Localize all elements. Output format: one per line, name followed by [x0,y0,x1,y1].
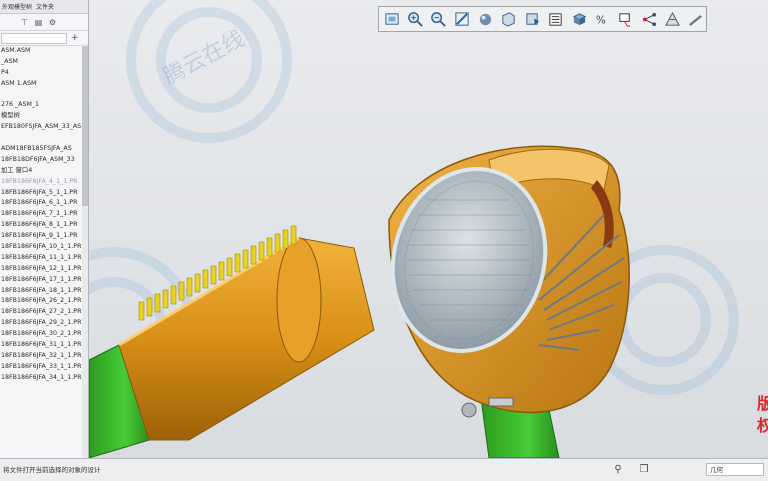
tree-item[interactable]: 18FB186F6JFA_26_2_1.PR [0,296,88,307]
display-style-icon[interactable] [569,9,589,30]
tree-item[interactable]: 18FB186F6JFA_4_1_1.PR [0,177,88,188]
shading-icon[interactable] [475,9,495,30]
tree-item[interactable]: _ASM [0,57,88,68]
tree-item[interactable]: 18FB186F6JFA_30_2_1.PR [0,329,88,340]
more-icon[interactable] [686,9,706,30]
tree-item[interactable]: 加工 窗口4 [0,166,88,177]
tree-item[interactable]: 18FB186F6JFA_11_1_1.PR [0,253,88,264]
refit-icon[interactable] [382,9,402,30]
zoom-in-icon[interactable] [405,9,425,30]
spin-center-icon[interactable] [639,9,659,30]
cube-icon[interactable]: ❒ [637,463,651,476]
tree-item[interactable] [0,133,88,144]
tree-search-row: + [0,31,88,46]
tree-filter-icon[interactable]: ⊤ [20,18,29,27]
tab-folder[interactable]: 文件夹 [36,2,54,11]
tree-item[interactable]: 18FB186F6JFA_18_1_1.PR [0,286,88,297]
layers-icon[interactable] [546,9,566,30]
perspective-icon[interactable] [499,9,519,30]
status-bar: 将文件打开当前选择的对象的设计 ⚲ ❒ 几何 [0,458,768,481]
tree-item[interactable]: 18FB186F6JFA_29_2_1.PR [0,318,88,329]
find-icon[interactable]: ⚲ [611,463,625,476]
section-icon[interactable] [662,9,682,30]
tree-item[interactable]: 18FB18DF6JFA_ASM_33 [0,155,88,166]
tree-item[interactable]: 276 _ASM_1 [0,100,88,111]
datum-display-icon[interactable]: % [592,9,612,30]
tree-item[interactable]: ASM.ASM [0,46,88,57]
tree-toolbar: ⊤ ▤ ⚙ [0,14,88,31]
saved-views-icon[interactable] [522,9,542,30]
hair-dryer-model[interactable] [89,0,768,458]
tree-item[interactable]: 18FB186F6JFA_8_1_1.PR [0,220,88,231]
watermark-char-1: 版 [757,394,768,413]
tree-columns-icon[interactable]: ▤ [34,18,43,27]
tree-search-input[interactable] [1,32,67,44]
model-tree: ASM.ASM _ASM P4 ASM 1.ASM 276 _ASM_1 模型树 EFB18… [0,46,88,384]
annotation-icon[interactable] [616,9,636,30]
tree-item[interactable]: 18FB186F6JFA_12_1_1.PR [0,264,88,275]
tree-item[interactable]: 18FB186F6JFA_10_1_1.PR [0,242,88,253]
tree-item[interactable]: 18FB186F6JFA_33_1_1.PR [0,362,88,373]
watermark-char-2: 权 [757,416,768,435]
tree-settings-icon[interactable]: ⚙ [48,18,57,27]
tree-item[interactable]: 18FB186F6JFA_31_1_1.PR [0,340,88,351]
selection-filter[interactable]: 几何 [706,463,764,476]
tree-item[interactable]: 18FB186F6JFA_32_1_1.PR [0,351,88,362]
tree-item[interactable]: 18FB186F6JFA_34_1_1.PR [0,373,88,384]
tree-item[interactable]: ADM18FB185FSJFA_AS [0,144,88,155]
add-icon[interactable]: + [71,33,79,43]
tab-model-tree[interactable]: 外观模型树 [2,2,32,11]
tree-item[interactable]: 18FB186F6JFA_9_1_1.PR [0,231,88,242]
graphics-viewport[interactable]: 腾云在线 % 版 权 [89,0,768,458]
tree-item[interactable]: ASM 1.ASM [0,79,88,90]
model-tree-panel: 外观模型树 文件夹 ⊤ ▤ ⚙ + ASM.ASM _ASM P4 ASM 1.ASM… [0,0,89,458]
svg-text:%: % [596,14,606,26]
repaint-icon[interactable] [452,9,472,30]
view-toolbar: % [378,6,707,32]
status-message: 将文件打开当前选择的对象的设计 [3,466,101,474]
tree-item[interactable]: 18FB186F6JFA_7_1_1.PR [0,209,88,220]
tree-item[interactable]: 18FB186F6JFA_6_1_1.PR [0,198,88,209]
tree-scroll-thumb[interactable] [82,46,88,206]
tree-item[interactable]: 模型树 [0,111,88,122]
tree-item[interactable]: P4 [0,68,88,79]
panel-tabs: 外观模型树 文件夹 [0,0,88,14]
tree-item[interactable]: 18FB186F6JFA_17_1_1.PR [0,275,88,286]
tree-item[interactable]: EFB180FSJFA_ASM_33_AS [0,122,88,133]
tree-item[interactable]: 18FB186F6JFA_5_1_1.PR [0,188,88,199]
zoom-out-icon[interactable] [429,9,449,30]
tree-item[interactable]: 18FB186F6JFA_27_2_1.PR [0,307,88,318]
tree-item[interactable] [0,90,88,101]
